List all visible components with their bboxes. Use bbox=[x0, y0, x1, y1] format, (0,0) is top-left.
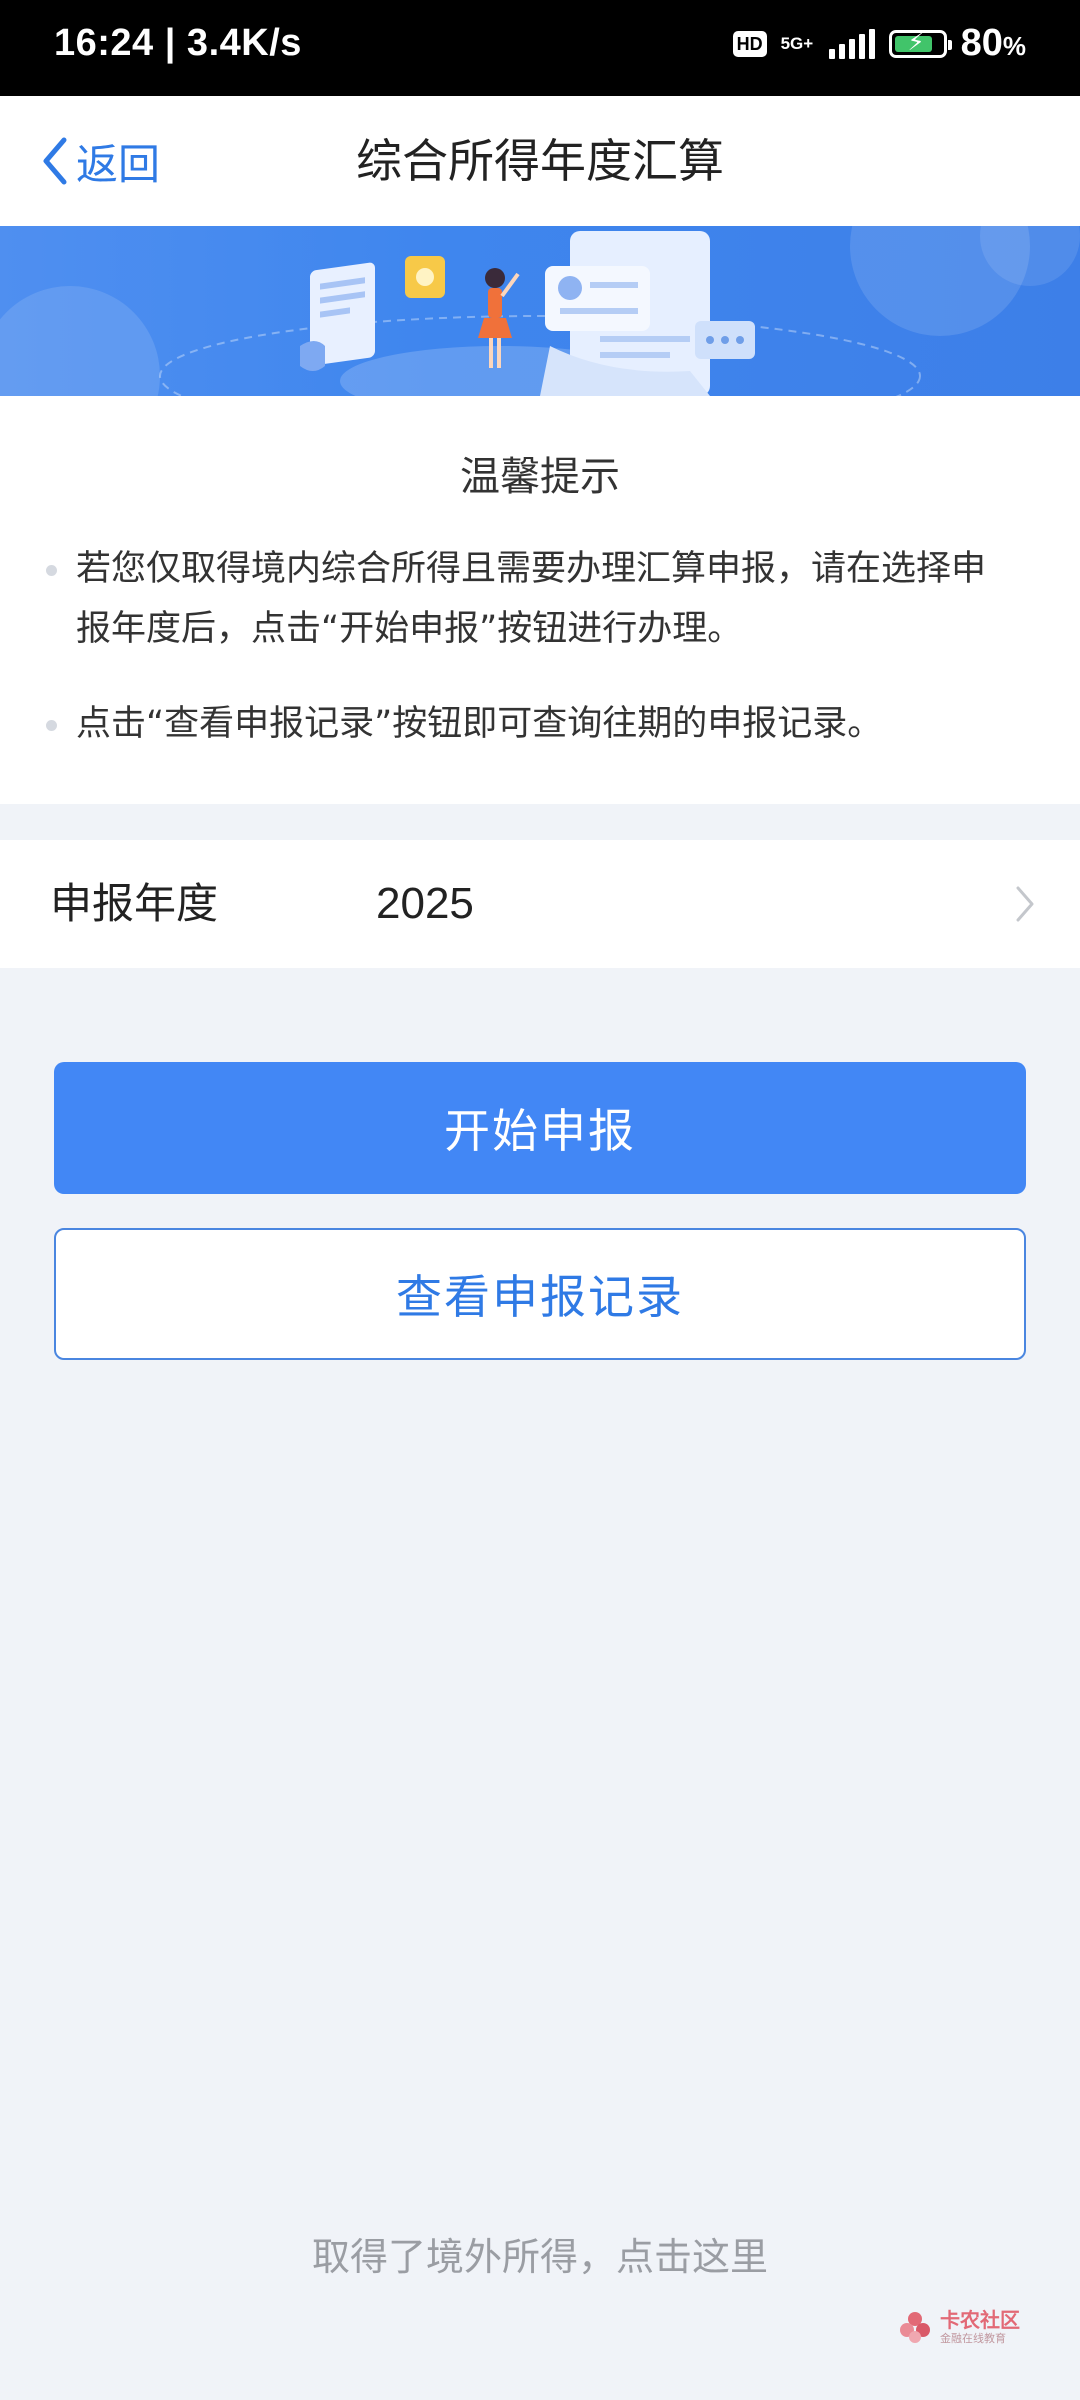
tip-item: 点击“查看申报记录”按钮即可查询往期的申报记录。 bbox=[46, 694, 1020, 754]
tips-title: 温馨提示 bbox=[460, 454, 620, 500]
status-time-speed: 16:24 | 3.4K/s bbox=[54, 22, 302, 64]
status-icons: HD 5G+ ⚡ 80% bbox=[732, 22, 1026, 65]
charging-icon: ⚡ bbox=[907, 28, 925, 56]
page-title: 综合所得年度汇算 bbox=[356, 134, 724, 188]
tip-item: 若您仅取得境内综合所得且需要办理汇算申报，请在选择申报年度后，点击“开始申报”按… bbox=[46, 539, 1020, 659]
tax-illustration bbox=[0, 226, 1080, 396]
flower-logo-icon bbox=[900, 2312, 930, 2343]
foreign-income-link[interactable]: 取得了境外所得，点击这里 bbox=[0, 2226, 1080, 2281]
filing-year-selector[interactable]: 申报年度 2025 bbox=[0, 840, 1080, 968]
tips-card: 温馨提示 若您仅取得境内综合所得且需要办理汇算申报，请在选择申报年度后，点击“开… bbox=[0, 396, 1080, 804]
battery-percent: 80% bbox=[960, 22, 1026, 64]
watermark: 卡农社区 金融在线教育 bbox=[898, 2310, 1020, 2344]
chevron-right-icon bbox=[1016, 886, 1034, 922]
banner-illustration bbox=[0, 226, 1080, 396]
watermark-title: 卡农社区 bbox=[940, 2308, 1020, 2332]
filing-year-value: 2025 bbox=[376, 879, 474, 928]
watermark-subtitle: 金融在线教育 bbox=[940, 2332, 1006, 2345]
network-type-icon: 5G+ bbox=[780, 33, 814, 53]
battery-icon: ⚡ bbox=[888, 28, 952, 58]
nav-bar: 返回 综合所得年度汇算 bbox=[0, 96, 1080, 226]
hd-icon: HD bbox=[732, 30, 767, 57]
filing-year-label: 申报年度 bbox=[50, 879, 219, 928]
status-bar: 16:24 | 3.4K/s HD 5G+ ⚡ 80% bbox=[0, 0, 1080, 96]
start-filing-button[interactable]: 开始申报 bbox=[54, 1062, 1026, 1194]
signal-icon bbox=[828, 28, 875, 59]
view-records-button[interactable]: 查看申报记录 bbox=[54, 1228, 1026, 1360]
